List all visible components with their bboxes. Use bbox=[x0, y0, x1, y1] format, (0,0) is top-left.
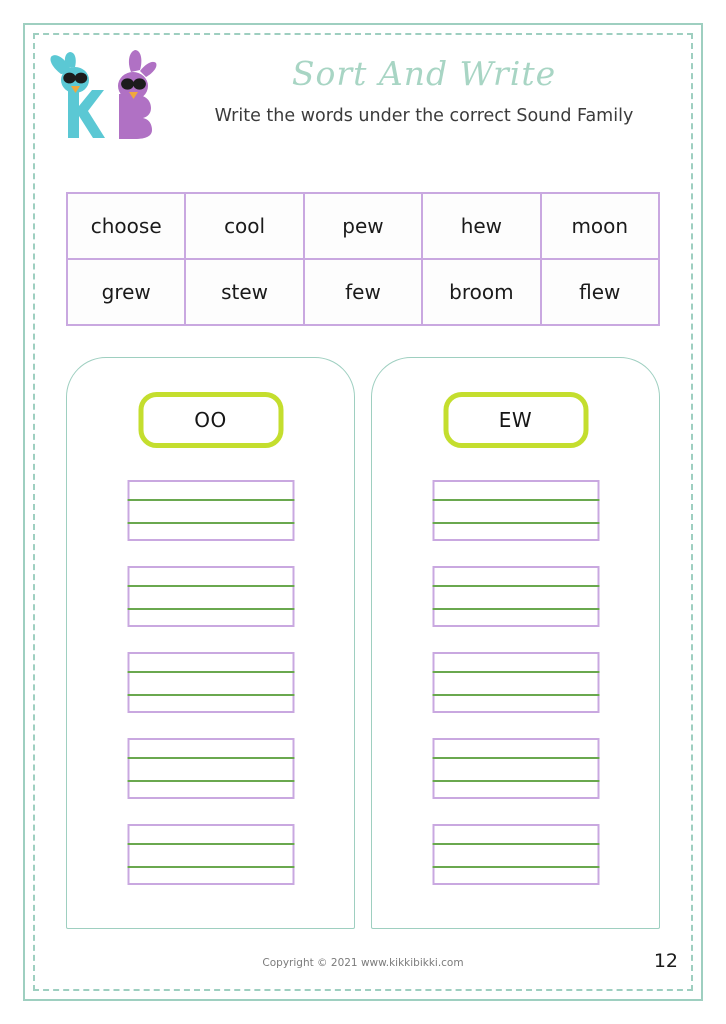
page-number: 12 bbox=[653, 950, 678, 972]
word-bank-cell: grew bbox=[65, 258, 187, 326]
word-bank-cell: choose bbox=[65, 192, 187, 260]
write-line-guide bbox=[127, 671, 294, 696]
write-line-guide bbox=[127, 585, 294, 610]
sort-columns: OO EW bbox=[66, 357, 660, 929]
footer-copyright: Copyright © 2021 www.kikkibikki.com bbox=[262, 957, 464, 969]
write-line-box[interactable] bbox=[432, 480, 599, 541]
word-bank-cell: hew bbox=[421, 192, 542, 260]
write-line-guide bbox=[432, 585, 599, 610]
page-subtitle: Write the words under the correct Sound … bbox=[214, 106, 634, 126]
sort-column-oo: OO bbox=[66, 357, 355, 929]
write-line-guide bbox=[127, 843, 294, 868]
page-title: Sort And Write bbox=[291, 54, 557, 93]
word-bank-cell: cool bbox=[184, 192, 305, 260]
write-line-box[interactable] bbox=[127, 652, 294, 713]
write-line-box[interactable] bbox=[432, 652, 599, 713]
write-line-guide bbox=[432, 671, 599, 696]
write-line-guide bbox=[432, 757, 599, 782]
write-lines-oo bbox=[127, 480, 294, 885]
word-bank-cell: pew bbox=[302, 192, 424, 260]
category-badge-oo: OO bbox=[138, 392, 283, 448]
kikkibikki-logo-icon bbox=[47, 46, 159, 148]
category-badge-ew: EW bbox=[443, 392, 588, 448]
write-line-box[interactable] bbox=[127, 566, 294, 627]
word-bank-cell: stew bbox=[184, 258, 305, 326]
word-bank-row: choose cool pew hew moon bbox=[65, 192, 661, 260]
write-lines-ew bbox=[432, 480, 599, 885]
write-line-box[interactable] bbox=[432, 824, 599, 885]
word-bank-cell: flew bbox=[539, 258, 661, 326]
sort-column-ew: EW bbox=[371, 357, 660, 929]
word-bank-cell: broom bbox=[421, 258, 542, 326]
worksheet-header: Sort And Write Write the words under the… bbox=[44, 44, 682, 154]
write-line-guide bbox=[127, 499, 294, 524]
word-bank-table: choose cool pew hew moon grew stew few broom flew bbox=[65, 192, 661, 326]
write-line-guide bbox=[127, 757, 294, 782]
write-line-box[interactable] bbox=[127, 738, 294, 799]
worksheet-page: Sort And Write Write the words under the… bbox=[0, 0, 726, 1024]
write-line-box[interactable] bbox=[432, 738, 599, 799]
word-bank-cell: few bbox=[302, 258, 424, 326]
write-line-box[interactable] bbox=[127, 480, 294, 541]
write-line-guide bbox=[432, 843, 599, 868]
write-line-box[interactable] bbox=[432, 566, 599, 627]
write-line-guide bbox=[432, 499, 599, 524]
write-line-box[interactable] bbox=[127, 824, 294, 885]
word-bank-cell: moon bbox=[539, 192, 661, 260]
word-bank-row: grew stew few broom flew bbox=[65, 258, 661, 326]
